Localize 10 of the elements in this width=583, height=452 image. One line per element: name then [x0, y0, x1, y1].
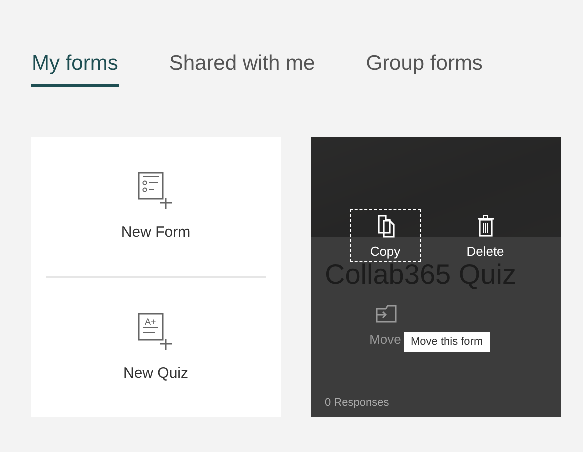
tab[interactable]: Shared with me	[168, 52, 316, 87]
delete-button[interactable]: Delete	[450, 209, 521, 262]
tab[interactable]: My forms	[31, 52, 120, 87]
new-form-icon	[138, 172, 174, 210]
response-count: 0 Responses	[324, 397, 390, 411]
tooltip: Move this form	[404, 332, 490, 352]
tab[interactable]: Group forms	[365, 52, 484, 87]
create-form-button[interactable]: New Form	[46, 137, 266, 276]
copy-button[interactable]: Copy	[350, 209, 421, 262]
create-quiz-button[interactable]: A+ New Quiz	[46, 276, 266, 417]
